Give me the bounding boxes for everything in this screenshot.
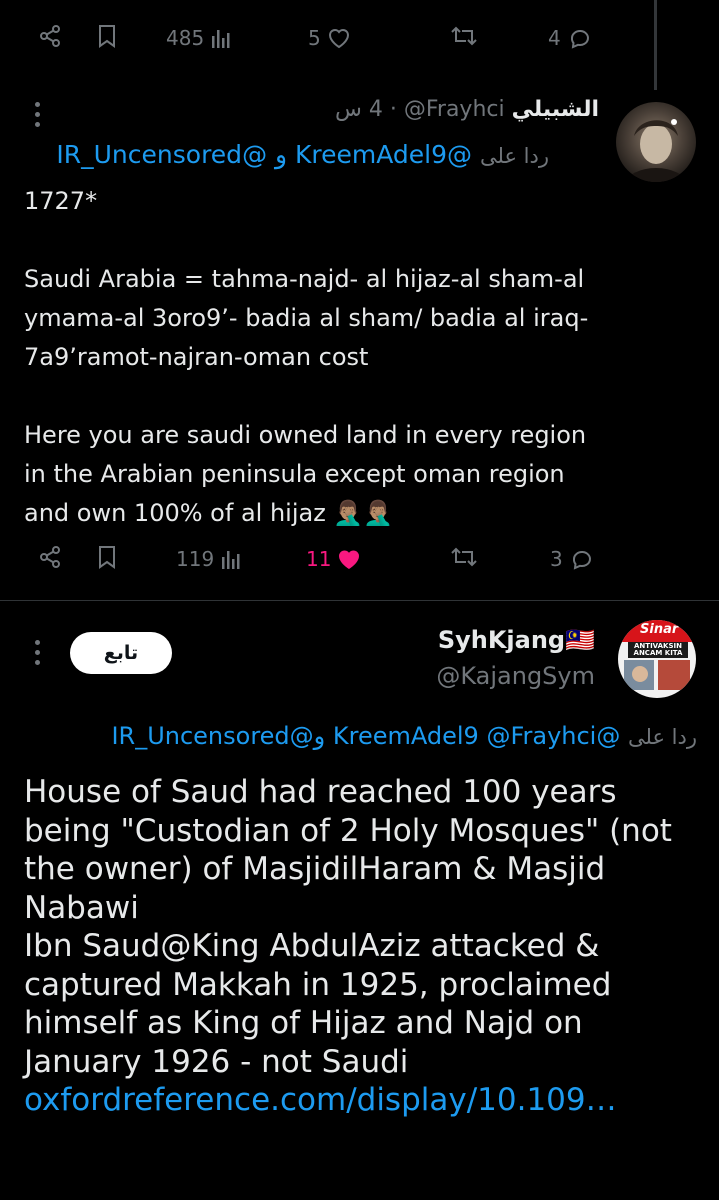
reply-prefix: ردا على (628, 725, 697, 749)
views-count: 485 (166, 26, 205, 50)
share-button[interactable] (38, 545, 62, 569)
replies-count: 3 (550, 547, 563, 571)
handle[interactable]: @KajangSym (436, 662, 595, 690)
post1-header: الشبيلي @Frayhci · 4 س (335, 97, 599, 122)
like-button[interactable]: 5 (308, 26, 351, 50)
reply-mentions[interactable]: @KreemAdel9 و @IR_Uncensored (56, 140, 472, 169)
reply-mentions[interactable]: @KreemAdel9 @Frayhci و@IR_Uncensored (111, 722, 620, 750)
avatar-label-mid: ANTIVAKSIN ANCAM KITA (633, 642, 683, 657)
views-icon (222, 551, 240, 569)
timestamp[interactable]: 4 س (335, 97, 383, 122)
reply-button[interactable]: 4 (548, 26, 591, 50)
divider (0, 600, 719, 601)
share-icon (40, 25, 60, 47)
reply-context: ردا على @KreemAdel9 و @IR_Uncensored (56, 140, 549, 169)
display-name[interactable]: الشبيلي (512, 97, 599, 122)
reply-prefix: ردا على (480, 144, 549, 168)
display-name[interactable]: SyhKjang🇲🇾 (438, 626, 595, 654)
likes-count: 11 (306, 547, 332, 571)
avatar[interactable]: Sinar ANTIVAKSIN ANCAM KITA (618, 620, 696, 698)
repost-button[interactable] (450, 545, 478, 569)
views-icon (212, 30, 230, 48)
heart-icon (328, 29, 349, 49)
bookmark-button[interactable] (96, 545, 118, 569)
post1-action-bar: 119 11 3 (0, 545, 719, 585)
reply-button[interactable]: 3 (550, 547, 593, 571)
views-count: 119 (176, 547, 215, 571)
repost-icon (451, 26, 477, 46)
heart-filled-icon (339, 550, 360, 569)
repost-icon (451, 547, 477, 567)
bookmark-icon (99, 546, 115, 569)
views-button[interactable]: 485 (166, 26, 232, 50)
more-options-button[interactable] (35, 640, 41, 670)
avatar-label-top: Sinar (640, 622, 679, 637)
separator: · (389, 97, 397, 122)
post-body-text: House of Saud had reached 100 years bein… (24, 774, 672, 1080)
views-button[interactable]: 119 (176, 547, 242, 571)
bookmark-button[interactable] (96, 24, 118, 48)
post-link[interactable]: oxfordreference.com/display/10.109… (24, 1082, 617, 1118)
top-action-bar: 485 5 4 (0, 24, 719, 64)
share-button[interactable] (38, 24, 62, 48)
reply-context: ردا على @KreemAdel9 @Frayhci و@IR_Uncens… (111, 722, 697, 750)
like-button[interactable]: 11 (306, 547, 361, 571)
more-options-button[interactable] (35, 102, 41, 132)
reply-icon (572, 551, 591, 570)
avatar[interactable] (616, 102, 696, 182)
bookmark-icon (99, 25, 115, 48)
post-body: House of Saud had reached 100 years bein… (24, 773, 684, 1120)
replies-count: 4 (548, 26, 561, 50)
avatar-image (626, 119, 686, 182)
follow-button[interactable]: تابع (70, 632, 172, 674)
likes-count: 5 (308, 26, 321, 50)
repost-button[interactable] (450, 24, 478, 48)
reply-icon (570, 30, 589, 49)
post-body: 1727* Saudi Arabia = tahma-najd- al hija… (24, 187, 589, 527)
share-icon (40, 546, 60, 568)
handle[interactable]: @Frayhci (404, 97, 505, 122)
